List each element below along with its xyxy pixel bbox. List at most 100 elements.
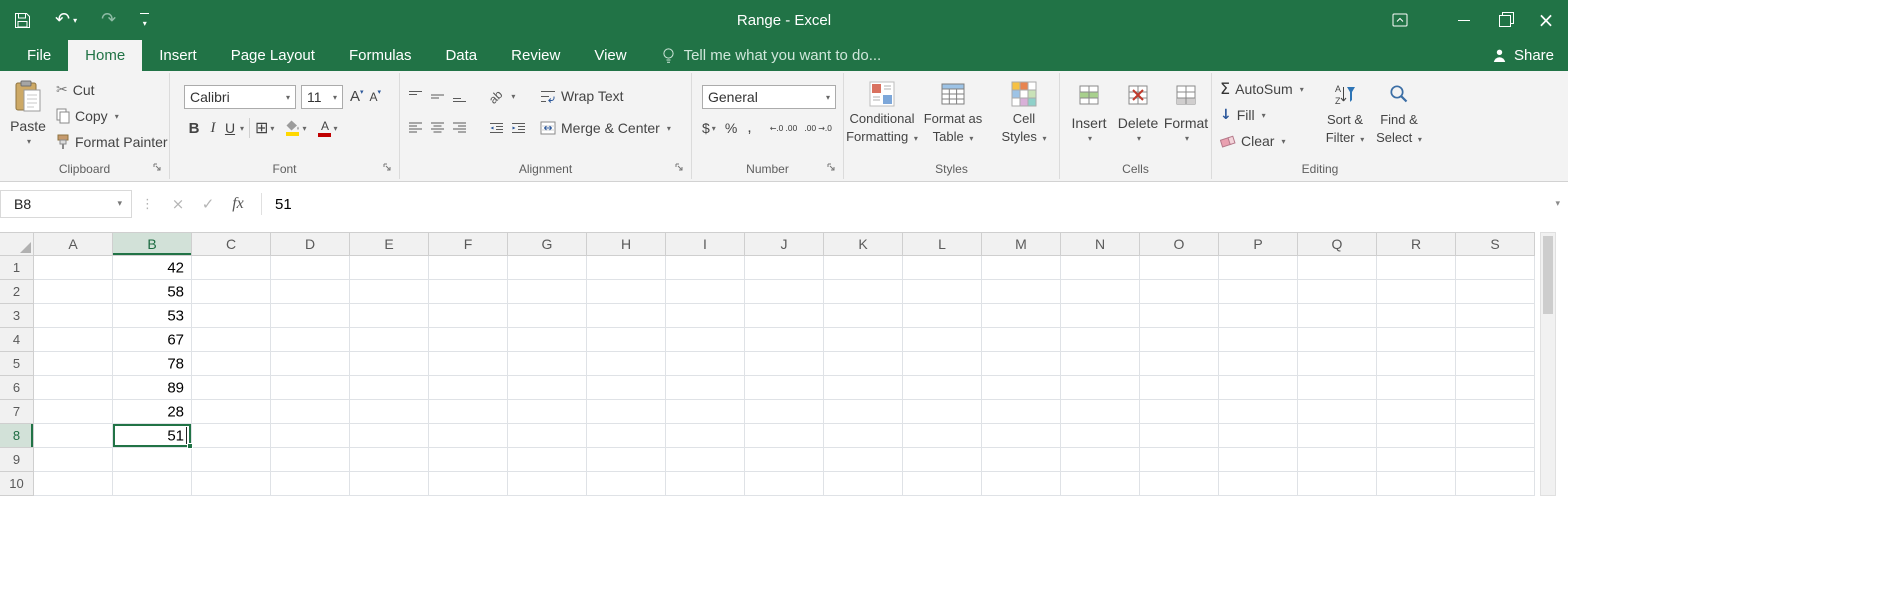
- tab-data[interactable]: Data: [428, 40, 494, 71]
- cell-E7[interactable]: [350, 400, 429, 424]
- cell-E1[interactable]: [350, 256, 429, 280]
- cell-G4[interactable]: [508, 328, 587, 352]
- undo-button[interactable]: ↶ ▾: [55, 11, 77, 29]
- close-button[interactable]: ×: [1524, 0, 1568, 40]
- cell-C1[interactable]: [192, 256, 271, 280]
- cell-D8[interactable]: [271, 424, 350, 448]
- font-name-combobox[interactable]: Calibri ▾: [184, 85, 296, 109]
- cell-F3[interactable]: [429, 304, 508, 328]
- cell-C5[interactable]: [192, 352, 271, 376]
- customize-quick-access-button[interactable]: ▾: [140, 12, 150, 28]
- find-select-button[interactable]: Find & Select ▾: [1372, 75, 1426, 149]
- cell-K1[interactable]: [824, 256, 903, 280]
- cell-O4[interactable]: [1140, 328, 1219, 352]
- cell-B2[interactable]: 58: [113, 280, 192, 304]
- cell-P4[interactable]: [1219, 328, 1298, 352]
- minimize-button[interactable]: [1444, 0, 1484, 40]
- restore-button[interactable]: [1484, 0, 1524, 40]
- cell-J1[interactable]: [745, 256, 824, 280]
- column-header-Q[interactable]: Q: [1298, 232, 1377, 256]
- cell-N2[interactable]: [1061, 280, 1140, 304]
- cell-P5[interactable]: [1219, 352, 1298, 376]
- percent-button[interactable]: %: [725, 120, 737, 136]
- cell-R9[interactable]: [1377, 448, 1456, 472]
- enter-button[interactable]: ✓: [193, 195, 223, 213]
- row-header-9[interactable]: 9: [0, 448, 34, 472]
- cell-N4[interactable]: [1061, 328, 1140, 352]
- cell-A6[interactable]: [34, 376, 113, 400]
- font-color-button[interactable]: A: [318, 120, 332, 137]
- cell-K4[interactable]: [824, 328, 903, 352]
- cell-Q8[interactable]: [1298, 424, 1377, 448]
- cell-K2[interactable]: [824, 280, 903, 304]
- cell-J8[interactable]: [745, 424, 824, 448]
- cell-N6[interactable]: [1061, 376, 1140, 400]
- row-header-5[interactable]: 5: [0, 352, 34, 376]
- cell-E6[interactable]: [350, 376, 429, 400]
- number-dialog-launcher-icon[interactable]: [826, 162, 837, 173]
- chevron-down-icon[interactable]: ▾: [969, 134, 973, 143]
- merge-center-button[interactable]: Merge & Center ▾: [540, 117, 671, 139]
- cell-H4[interactable]: [587, 328, 666, 352]
- font-size-combobox[interactable]: 11 ▾: [301, 85, 343, 109]
- cell-A7[interactable]: [34, 400, 113, 424]
- cell-E9[interactable]: [350, 448, 429, 472]
- cell-D4[interactable]: [271, 328, 350, 352]
- cell-L8[interactable]: [903, 424, 982, 448]
- cell-R7[interactable]: [1377, 400, 1456, 424]
- clipboard-dialog-launcher-icon[interactable]: [152, 162, 163, 173]
- column-header-R[interactable]: R: [1377, 232, 1456, 256]
- underline-button[interactable]: U: [222, 120, 238, 136]
- insert-cells-button[interactable]: Insert ▾: [1066, 75, 1112, 143]
- tab-page-layout[interactable]: Page Layout: [214, 40, 332, 71]
- cell-J4[interactable]: [745, 328, 824, 352]
- alignment-dialog-launcher-icon[interactable]: [674, 162, 685, 173]
- orientation-button[interactable]: ab: [486, 87, 505, 106]
- cell-I10[interactable]: [666, 472, 745, 496]
- column-header-J[interactable]: J: [745, 232, 824, 256]
- cell-Q3[interactable]: [1298, 304, 1377, 328]
- row-header-4[interactable]: 4: [0, 328, 34, 352]
- cell-I2[interactable]: [666, 280, 745, 304]
- cell-L5[interactable]: [903, 352, 982, 376]
- column-header-K[interactable]: K: [824, 232, 903, 256]
- cell-N1[interactable]: [1061, 256, 1140, 280]
- cell-S9[interactable]: [1456, 448, 1535, 472]
- name-box[interactable]: B8 ▾: [0, 190, 132, 218]
- cell-C9[interactable]: [192, 448, 271, 472]
- cell-E4[interactable]: [350, 328, 429, 352]
- cell-L9[interactable]: [903, 448, 982, 472]
- cell-D6[interactable]: [271, 376, 350, 400]
- cell-J3[interactable]: [745, 304, 824, 328]
- cell-K10[interactable]: [824, 472, 903, 496]
- insert-function-button[interactable]: fx: [223, 195, 253, 213]
- cell-C7[interactable]: [192, 400, 271, 424]
- cell-H8[interactable]: [587, 424, 666, 448]
- cell-E3[interactable]: [350, 304, 429, 328]
- font-dialog-launcher-icon[interactable]: [382, 162, 393, 173]
- column-header-F[interactable]: F: [429, 232, 508, 256]
- cell-S6[interactable]: [1456, 376, 1535, 400]
- select-all-corner[interactable]: [0, 232, 34, 256]
- cell-O5[interactable]: [1140, 352, 1219, 376]
- cell-H7[interactable]: [587, 400, 666, 424]
- autosum-button[interactable]: Σ AutoSum ▾: [1220, 78, 1304, 100]
- cell-F10[interactable]: [429, 472, 508, 496]
- cell-M3[interactable]: [982, 304, 1061, 328]
- column-header-M[interactable]: M: [982, 232, 1061, 256]
- cell-G10[interactable]: [508, 472, 587, 496]
- decrease-font-size-button[interactable]: A▾: [370, 88, 382, 104]
- cell-K6[interactable]: [824, 376, 903, 400]
- chevron-down-icon[interactable]: ▾: [1300, 85, 1304, 94]
- cell-M8[interactable]: [982, 424, 1061, 448]
- align-top-icon[interactable]: [408, 89, 423, 104]
- column-header-A[interactable]: A: [34, 232, 113, 256]
- cell-J9[interactable]: [745, 448, 824, 472]
- decrease-decimal-button[interactable]: .00 →.0: [804, 124, 832, 133]
- cell-K3[interactable]: [824, 304, 903, 328]
- cell-C8[interactable]: [192, 424, 271, 448]
- cell-B6[interactable]: 89: [113, 376, 192, 400]
- cell-C6[interactable]: [192, 376, 271, 400]
- cell-I8[interactable]: [666, 424, 745, 448]
- cell-Q1[interactable]: [1298, 256, 1377, 280]
